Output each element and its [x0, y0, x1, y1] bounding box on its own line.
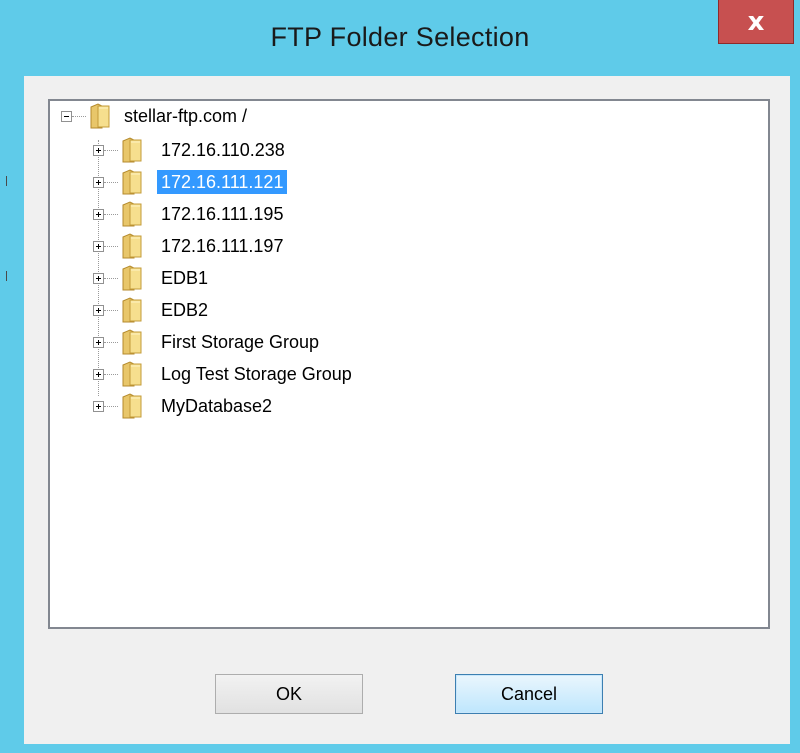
tree-connector	[104, 342, 118, 343]
tree-item-label[interactable]: EDB1	[157, 266, 212, 290]
tree-item-label[interactable]: 172.16.111.195	[157, 202, 287, 226]
tree-root-label[interactable]: stellar-ftp.com /	[120, 104, 251, 128]
folder-icon	[120, 393, 142, 419]
folder-icon	[120, 329, 142, 355]
collapse-minus-icon[interactable]	[61, 111, 72, 122]
close-icon: x	[747, 6, 765, 37]
expand-plus-icon[interactable]	[93, 337, 104, 348]
window-edge-mark	[6, 176, 7, 186]
tree-connector	[104, 406, 118, 407]
tree-item-label[interactable]: EDB2	[157, 298, 212, 322]
tree-connector	[104, 310, 118, 311]
expand-plus-icon[interactable]	[93, 145, 104, 156]
close-button[interactable]: x	[718, 0, 794, 44]
folder-tree[interactable]: stellar-ftp.com / 172.16.110.238 172.16.1…	[48, 99, 770, 629]
expand-plus-icon[interactable]	[93, 305, 104, 316]
folder-icon	[120, 201, 142, 227]
expand-plus-icon[interactable]	[93, 401, 104, 412]
dialog-body: stellar-ftp.com / 172.16.110.238 172.16.1…	[24, 76, 790, 744]
tree-connector	[104, 374, 118, 375]
tree-connector	[104, 278, 118, 279]
tree-item-label[interactable]: 172.16.110.238	[157, 138, 289, 162]
tree-item-label[interactable]: MyDatabase2	[157, 394, 276, 418]
ftp-folder-selection-dialog: FTP Folder Selection x stellar-ftp.com /…	[0, 0, 800, 753]
tree-connector	[104, 246, 118, 247]
folder-icon	[88, 103, 110, 129]
tree-connector	[104, 182, 118, 183]
folder-icon	[120, 297, 142, 323]
tree-item-label[interactable]: 172.16.111.197	[157, 234, 287, 258]
tree-item-label[interactable]: Log Test Storage Group	[157, 362, 356, 386]
tree-item-label[interactable]: First Storage Group	[157, 330, 323, 354]
expand-plus-icon[interactable]	[93, 209, 104, 220]
folder-icon	[120, 233, 142, 259]
tree-connector	[104, 150, 118, 151]
expand-plus-icon[interactable]	[93, 177, 104, 188]
tree-item-label[interactable]: 172.16.111.121	[157, 170, 288, 194]
folder-icon	[120, 265, 142, 291]
folder-icon	[120, 169, 142, 195]
dialog-title: FTP Folder Selection	[270, 22, 530, 52]
expand-plus-icon[interactable]	[93, 241, 104, 252]
ok-button[interactable]: OK	[215, 674, 363, 714]
expand-plus-icon[interactable]	[93, 273, 104, 284]
expand-plus-icon[interactable]	[93, 369, 104, 380]
window-edge-mark	[6, 271, 7, 281]
folder-icon	[120, 361, 142, 387]
cancel-button[interactable]: Cancel	[455, 674, 603, 714]
folder-icon	[120, 137, 142, 163]
title-bar[interactable]: FTP Folder Selection x	[0, 0, 800, 78]
tree-connector	[72, 116, 86, 117]
tree-connector	[104, 214, 118, 215]
